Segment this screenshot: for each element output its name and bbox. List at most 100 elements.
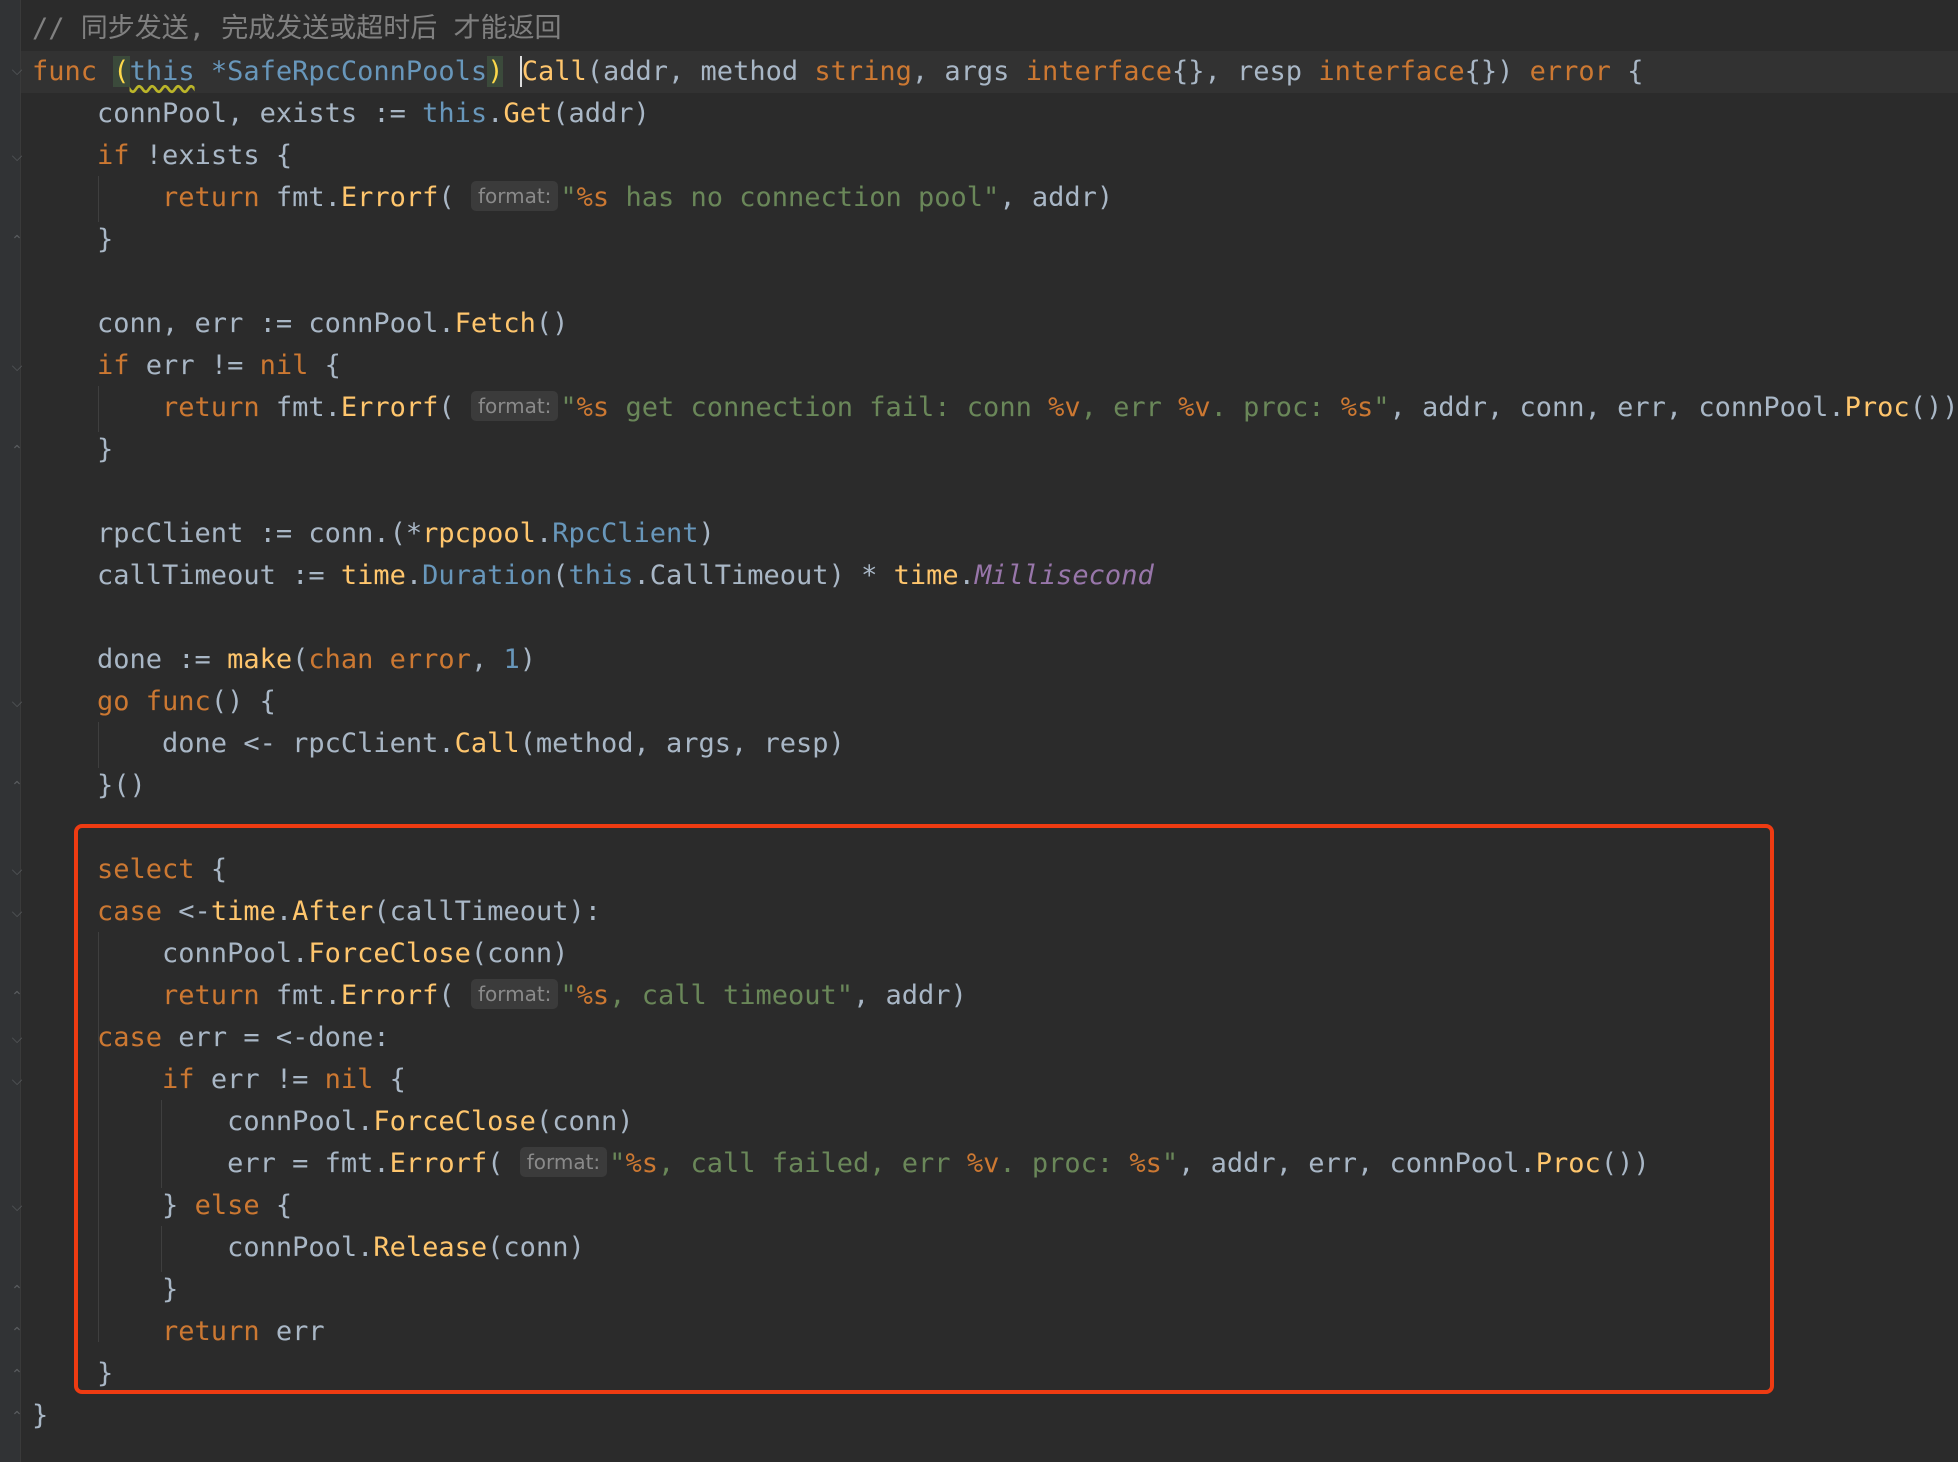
- code-text: err = <-done:: [162, 1022, 390, 1053]
- code-text: {}): [1464, 56, 1530, 87]
- code-line[interactable]: } else {: [32, 1185, 292, 1227]
- code-line[interactable]: if err != nil {: [32, 345, 341, 387]
- fold-end-icon[interactable]: ⌃: [9, 232, 25, 250]
- code-line[interactable]: }: [32, 219, 113, 261]
- fold-marker-icon[interactable]: ⌵: [9, 1072, 25, 1090]
- code-text: (: [552, 560, 569, 591]
- code-text: err: [259, 1316, 325, 1347]
- string-literal: ": [560, 980, 577, 1011]
- code-line[interactable]: conn, err := connPool.Fetch(): [32, 303, 568, 345]
- code-text: {: [308, 350, 341, 381]
- code-line[interactable]: go func() {: [32, 681, 276, 723]
- code-line[interactable]: callTimeout := time.Duration(this.CallTi…: [32, 555, 1154, 597]
- code-line[interactable]: rpcClient := conn.(*rpcpool.RpcClient): [32, 513, 715, 555]
- type-keyword: interface: [1318, 56, 1465, 87]
- fold-end-icon[interactable]: ⌃: [9, 988, 25, 1006]
- paren: (: [113, 56, 130, 87]
- keyword: return: [32, 392, 260, 423]
- code-line[interactable]: case err = <-done:: [32, 1017, 390, 1059]
- code-text: connPool.: [32, 1232, 374, 1263]
- code-line[interactable]: done := make(chan error, 1): [32, 639, 536, 681]
- code-line[interactable]: connPool, exists := this.Get(addr): [32, 93, 650, 135]
- code-line-func-signature[interactable]: func (this *SafeRpcConnPools) Call(addr,…: [32, 51, 1643, 93]
- code-line[interactable]: return err: [32, 1311, 325, 1353]
- code-line[interactable]: case <-time.After(callTimeout):: [32, 891, 601, 933]
- fold-marker-icon[interactable]: ⌵: [9, 62, 25, 80]
- code-text: (: [438, 980, 455, 1011]
- code-text: .: [275, 896, 293, 927]
- string-literal: ": [560, 182, 577, 213]
- method-call: Errorf: [389, 1148, 488, 1179]
- string-literal: . proc:: [1210, 392, 1341, 423]
- code-text: .CallTimeout) *: [633, 560, 894, 591]
- code-line[interactable]: connPool.ForceClose(conn): [32, 933, 568, 975]
- code-line[interactable]: connPool.Release(conn): [32, 1227, 585, 1269]
- fold-end-icon[interactable]: ⌃: [9, 778, 25, 796]
- code-line[interactable]: }(): [32, 765, 146, 807]
- fold-end-icon[interactable]: ⌃: [9, 1282, 25, 1300]
- fold-end-icon[interactable]: ⌃: [9, 1366, 25, 1384]
- code-line[interactable]: return fmt.Errorf( format: "%s, call time…: [32, 975, 967, 1017]
- package-name: rpcpool: [422, 518, 536, 549]
- code-line[interactable]: return fmt.Errorf( format: "%s has no con…: [32, 177, 1113, 219]
- code-text: (addr, method: [586, 56, 815, 87]
- keyword: if: [32, 350, 130, 381]
- code-line[interactable]: if !exists {: [32, 135, 292, 177]
- fold-end-icon[interactable]: ⌃: [9, 442, 25, 460]
- fold-marker-icon[interactable]: ⌵: [9, 904, 25, 922]
- fold-marker-icon[interactable]: ⌵: [9, 148, 25, 166]
- code-line[interactable]: }: [32, 429, 113, 471]
- code-text: err !=: [194, 1064, 325, 1095]
- code-line[interactable]: }: [32, 1269, 178, 1311]
- string-literal: ": [609, 1148, 626, 1179]
- method-call: Errorf: [340, 980, 439, 1011]
- fold-end-icon[interactable]: ⌃: [9, 1324, 25, 1342]
- comment-text: // 同步发送, 完成发送或超时后 才能返回: [32, 13, 562, 44]
- format-verb: %s: [576, 392, 610, 423]
- code-text: conn, err := connPool.: [32, 308, 455, 339]
- editor-gutter: [0, 0, 21, 1462]
- code-line[interactable]: }: [32, 1353, 113, 1395]
- format-verb: %v: [1178, 392, 1211, 423]
- fold-marker-icon[interactable]: ⌵: [9, 1198, 25, 1216]
- code-text: }: [32, 224, 114, 255]
- code-line-comment[interactable]: // 同步发送, 完成发送或超时后 才能返回: [32, 8, 562, 50]
- fold-marker-icon[interactable]: ⌵: [9, 694, 25, 712]
- code-text: done :=: [32, 644, 228, 675]
- fold-marker-icon[interactable]: ⌵: [9, 358, 25, 376]
- code-text: (addr): [552, 98, 650, 129]
- code-text: {: [373, 1064, 406, 1095]
- format-verb: %s: [625, 1148, 658, 1179]
- code-text: }: [32, 1400, 49, 1431]
- code-text: (conn): [535, 1106, 634, 1137]
- code-text: }: [32, 434, 114, 465]
- code-text: {: [259, 1190, 293, 1221]
- code-text: (conn): [470, 938, 569, 969]
- fold-end-icon[interactable]: ⌃: [9, 1408, 25, 1426]
- code-line[interactable]: return fmt.Errorf( format: "%s get connec…: [32, 387, 1958, 429]
- parameter-hint: format:: [470, 391, 559, 421]
- fold-marker-icon[interactable]: ⌵: [9, 1030, 25, 1048]
- code-text: connPool, exists :=: [32, 98, 423, 129]
- string-literal: has no connection pool": [609, 182, 1000, 213]
- method-call: After: [292, 896, 374, 927]
- code-text: {: [1610, 56, 1644, 87]
- fold-marker-icon[interactable]: ⌵: [9, 862, 25, 880]
- code-editor[interactable]: ⌵ ⌵ ⌃ ⌵ ⌃ ⌵ ⌃ ⌵ ⌵ ⌃ ⌵ ⌵ ⌵ ⌃ ⌃ ⌃ ⌃ // 同步发…: [0, 0, 1958, 1462]
- code-text: err = fmt.: [32, 1148, 390, 1179]
- code-line[interactable]: connPool.ForceClose(conn): [32, 1101, 633, 1143]
- code-text: (: [292, 644, 309, 675]
- code-text: () {: [210, 686, 276, 717]
- code-line[interactable]: if err != nil {: [32, 1059, 406, 1101]
- keyword: return: [32, 182, 260, 213]
- code-text: (: [438, 182, 455, 213]
- paren: ): [487, 56, 504, 87]
- code-line[interactable]: done <- rpcClient.Call(method, args, res…: [32, 723, 845, 765]
- code-line[interactable]: }: [32, 1395, 48, 1437]
- code-line[interactable]: err = fmt.Errorf( format: "%s, call faile…: [32, 1143, 1650, 1185]
- code-line[interactable]: select {: [32, 849, 227, 891]
- format-verb: %v: [966, 1148, 1000, 1179]
- type-name: RpcClient: [552, 518, 699, 549]
- method-call: Proc: [1535, 1148, 1601, 1179]
- keyword: return: [32, 1316, 260, 1347]
